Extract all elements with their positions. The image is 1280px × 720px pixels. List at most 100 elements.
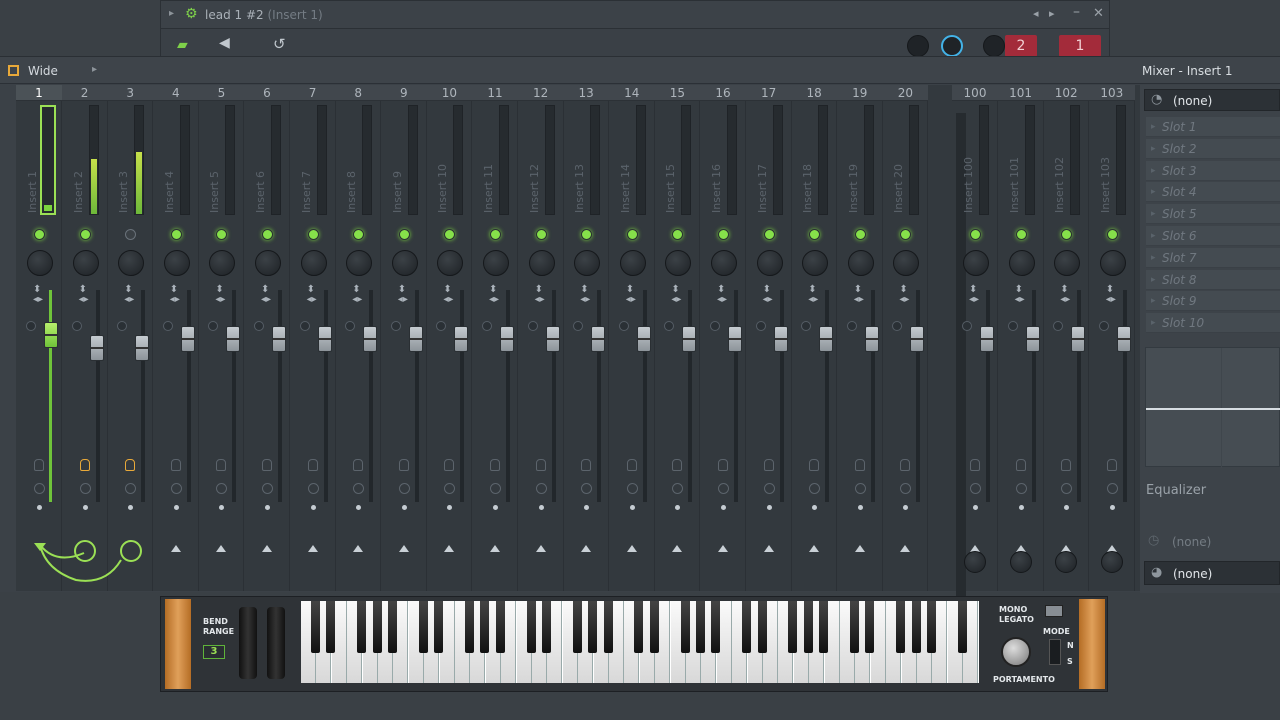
lock-icon[interactable]	[125, 459, 136, 471]
volume-fader[interactable]	[89, 335, 104, 361]
stereo-separation-icon[interactable]: ⬍ ◂▸	[717, 285, 727, 305]
lock-icon[interactable]	[79, 459, 90, 471]
volume-fader[interactable]	[135, 335, 150, 361]
channel-number-badge[interactable]: 1	[1059, 35, 1101, 57]
route-dot[interactable]	[173, 505, 179, 510]
lock-icon[interactable]	[170, 459, 181, 471]
strip-name[interactable]: Insert 7	[292, 77, 313, 213]
mod-wheel[interactable]	[267, 607, 285, 679]
lock-icon[interactable]	[581, 459, 592, 471]
strip-name[interactable]: Insert 14	[611, 77, 632, 213]
mute-led[interactable]	[216, 229, 228, 240]
mute-led[interactable]	[672, 229, 684, 240]
send-arrow-icon[interactable]	[626, 545, 637, 552]
strip-name[interactable]: Insert 11	[474, 77, 495, 213]
bend-range-value[interactable]: 3	[203, 645, 225, 659]
mute-led[interactable]	[353, 229, 365, 240]
strip-name[interactable]: Insert 16	[702, 77, 723, 213]
send-arrow-icon[interactable]	[490, 545, 500, 552]
volume-knob[interactable]	[907, 35, 929, 57]
mixer-strip[interactable]: 3 Insert 3 ⬍ ◂▸	[107, 85, 154, 591]
black-key[interactable]	[434, 601, 444, 653]
black-key[interactable]	[742, 601, 752, 653]
latency-icon[interactable]	[216, 483, 228, 494]
mute-led[interactable]	[34, 229, 45, 240]
send-knob[interactable]	[1009, 551, 1032, 573]
mute-led[interactable]	[307, 229, 319, 240]
volume-fader[interactable]	[454, 326, 469, 352]
effect-slot[interactable]: Slot 1	[1146, 117, 1280, 137]
strip-name[interactable]: Insert 9	[383, 77, 404, 213]
stereo-separation-icon[interactable]: ⬍ ◂▸	[763, 285, 773, 305]
send-arrow-icon[interactable]	[444, 545, 455, 552]
lock-icon[interactable]	[854, 459, 865, 471]
volume-fader[interactable]	[591, 326, 606, 352]
mute-led[interactable]	[398, 229, 410, 240]
black-key[interactable]	[788, 601, 798, 653]
lock-icon[interactable]	[34, 459, 44, 471]
stereo-separation-icon[interactable]: ⬍ ◂▸	[969, 285, 979, 305]
mixer-strip[interactable]: 12 Insert 12 ⬍ ◂▸	[517, 85, 564, 591]
equalizer-graph[interactable]	[1145, 347, 1280, 468]
mute-led[interactable]	[1106, 229, 1118, 240]
lock-icon[interactable]	[307, 459, 318, 471]
strip-name[interactable]: Insert 101	[1000, 77, 1021, 213]
stereo-separation-icon[interactable]: ⬍ ◂▸	[79, 285, 89, 305]
pan-knob[interactable]	[941, 35, 963, 57]
pan-knob[interactable]	[255, 250, 281, 276]
black-key[interactable]	[819, 601, 829, 653]
lock-icon[interactable]	[900, 459, 911, 471]
volume-fader[interactable]	[980, 326, 994, 352]
stereo-separation-icon[interactable]: ⬍ ◂▸	[899, 285, 909, 305]
pan-knob[interactable]	[1008, 250, 1035, 276]
strip-name[interactable]: Insert 19	[839, 77, 860, 213]
lock-icon[interactable]	[444, 459, 455, 471]
mute-led[interactable]	[444, 229, 456, 240]
channel-window-titlebar[interactable]: ▸ ⚙ lead 1 #2 (Insert 1) ◂ ▸ – ✕	[161, 1, 1109, 29]
pan-knob[interactable]	[300, 250, 327, 276]
latency-icon[interactable]	[1106, 483, 1118, 494]
black-key[interactable]	[495, 601, 505, 653]
mute-led[interactable]	[809, 229, 821, 240]
route-dot[interactable]	[128, 505, 134, 510]
effect-slot[interactable]: Slot 6	[1146, 226, 1280, 246]
lock-icon[interactable]	[1061, 459, 1072, 471]
volume-fader[interactable]	[773, 326, 788, 352]
pan-knob[interactable]	[893, 250, 920, 276]
mono-switch[interactable]	[1045, 605, 1063, 617]
latency-icon[interactable]	[307, 483, 319, 494]
black-key[interactable]	[480, 601, 490, 653]
pan-knob[interactable]	[619, 250, 646, 276]
record-arm-button[interactable]	[208, 321, 219, 331]
effect-slot[interactable]: Slot 2	[1146, 138, 1280, 159]
lock-icon[interactable]	[763, 459, 774, 471]
mixer-strip[interactable]: 10 Insert 10 ⬍ ◂▸	[426, 85, 473, 591]
minimize-icon[interactable]: –	[1073, 4, 1080, 20]
stereo-separation-icon[interactable]: ⬍ ◂▸	[170, 285, 180, 305]
route-dot[interactable]	[812, 505, 818, 510]
lock-icon[interactable]	[1106, 459, 1117, 471]
volume-fader[interactable]	[1116, 326, 1131, 352]
effect-slot[interactable]: Slot 5	[1146, 204, 1280, 225]
pan-knob[interactable]	[483, 250, 509, 276]
mixer-strip[interactable]: 13 Insert 13 ⬍ ◂▸	[563, 85, 610, 591]
mute-led[interactable]	[535, 229, 547, 240]
mixer-strip[interactable]: 101 Insert 101 ⬍ ◂▸	[997, 85, 1044, 591]
mute-led[interactable]	[262, 229, 273, 240]
stereo-separation-icon[interactable]: ⬍ ◂▸	[671, 285, 681, 305]
lock-icon[interactable]	[809, 459, 820, 471]
record-arm-button[interactable]	[1098, 321, 1109, 331]
route-dot[interactable]	[584, 505, 590, 510]
black-key[interactable]	[696, 601, 705, 653]
close-icon[interactable]: ✕	[1093, 6, 1104, 21]
send-arrow-icon[interactable]	[216, 545, 227, 552]
lock-icon[interactable]	[970, 459, 980, 471]
route-dot[interactable]	[493, 505, 498, 510]
record-arm-button[interactable]	[482, 321, 492, 331]
record-arm-button[interactable]	[846, 321, 857, 331]
lock-icon[interactable]	[353, 459, 364, 471]
pan-knob[interactable]	[756, 250, 783, 276]
mute-led[interactable]	[763, 229, 775, 240]
black-key[interactable]	[542, 601, 551, 653]
record-arm-button[interactable]	[162, 321, 173, 331]
